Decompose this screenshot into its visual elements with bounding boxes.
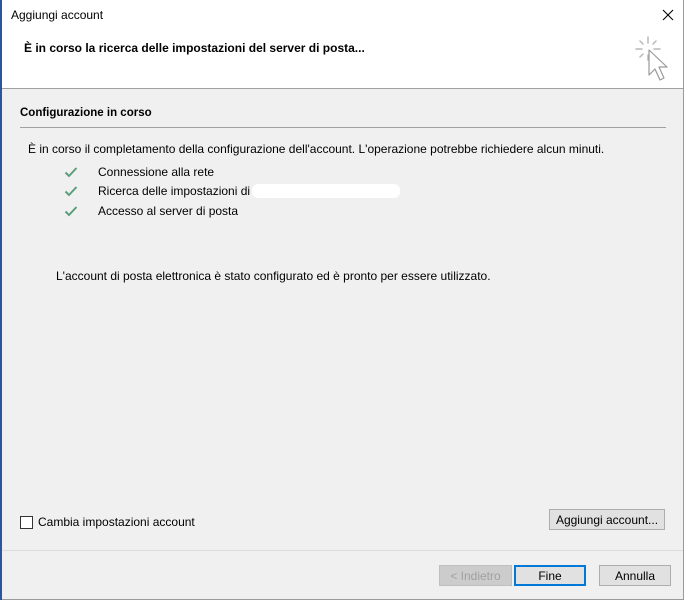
- step-label: Connessione alla rete: [98, 164, 215, 179]
- add-account-dialog: Aggiungi account È in corso la ricerca d…: [2, 0, 684, 600]
- section-title: Configurazione in corso: [20, 107, 152, 119]
- busy-cursor-icon: [635, 36, 668, 81]
- step-item: Accesso al server di posta: [64, 201, 400, 221]
- checkmark-icon: [64, 167, 78, 178]
- close-icon: [662, 9, 674, 21]
- change-settings-option[interactable]: Cambia impostazioni account: [20, 515, 195, 529]
- cancel-button[interactable]: Annulla: [599, 565, 671, 586]
- close-button[interactable]: [653, 0, 683, 30]
- finish-button[interactable]: Fine: [514, 565, 586, 586]
- step-item: Ricerca delle impostazioni di: [64, 182, 401, 202]
- back-button[interactable]: < Indietro: [439, 565, 512, 586]
- title-bar: Aggiungi account: [2, 0, 683, 30]
- add-account-button[interactable]: Aggiungi account...: [549, 509, 665, 530]
- checkmark-icon: [64, 206, 78, 217]
- step-label: Ricerca delle impostazioni di: [98, 184, 251, 199]
- change-settings-label: Cambia impostazioni account: [38, 515, 195, 529]
- result-message: L'account di posta elettronica è stato c…: [56, 269, 491, 283]
- redacted-server-name: [252, 184, 401, 199]
- checkmark-icon: [64, 186, 78, 197]
- intro-text: È in corso il completamento della config…: [28, 142, 605, 156]
- dialog-header: È in corso la ricerca delle impostazioni…: [2, 30, 683, 89]
- section-divider: [20, 127, 666, 128]
- step-label: Accesso al server di posta: [98, 203, 239, 218]
- change-settings-checkbox[interactable]: [20, 515, 33, 529]
- progress-steps: Connessione alla rete Ricerca delle impo…: [64, 162, 401, 221]
- window-title: Aggiungi account: [11, 8, 104, 22]
- header-status-text: È in corso la ricerca delle impostazioni…: [24, 41, 365, 55]
- footer-divider: [2, 550, 683, 551]
- step-item: Connessione alla rete: [64, 162, 400, 182]
